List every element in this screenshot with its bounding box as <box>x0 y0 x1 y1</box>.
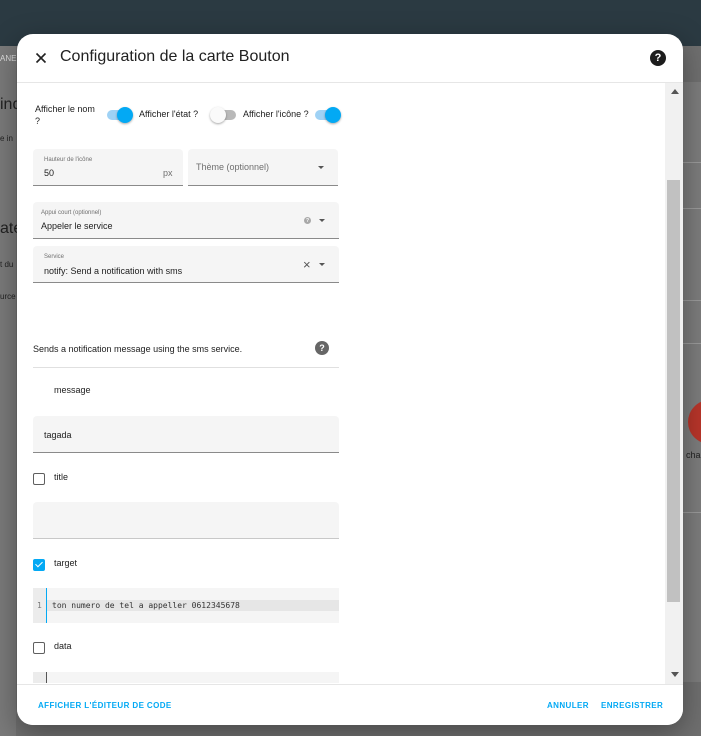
toggle-knob <box>325 107 341 123</box>
target-code-editor[interactable]: 1 ton numero de tel a appeller 061234567… <box>33 588 339 623</box>
icon-height-value: 50 <box>44 168 55 178</box>
show-state-toggle[interactable] <box>210 107 236 123</box>
target-param-label: target <box>54 558 78 568</box>
show-state-label: Afficher l'état ? <box>139 109 199 119</box>
button-card-config-dialog: Configuration de la carte Bouton ? Affic… <box>17 34 683 725</box>
title-input[interactable] <box>33 502 339 539</box>
dialog-header: Configuration de la carte Bouton ? <box>17 34 683 83</box>
tap-action-select[interactable]: Appui court (optionnel) Appeler le servi… <box>33 202 339 239</box>
icon-height-field[interactable]: Hauteur de l'icône 50 px <box>33 149 183 186</box>
background-text: e in <box>0 134 13 143</box>
scrollbar-thumb[interactable] <box>667 180 680 602</box>
service-value: notify: Send a notification with sms <box>44 266 183 276</box>
cancel-button[interactable]: ANNULER <box>547 701 589 710</box>
target-checkbox[interactable] <box>33 559 45 571</box>
show-name-toggle[interactable] <box>107 107 133 123</box>
background-divider <box>683 512 701 513</box>
line-number: 1 <box>37 601 42 610</box>
divider <box>33 367 339 368</box>
icon-height-unit: px <box>163 168 173 178</box>
background-left-panel <box>0 46 16 736</box>
message-value: tagada <box>44 430 72 440</box>
theme-placeholder: Thème (optionnel) <box>196 162 270 172</box>
clear-icon[interactable]: × <box>303 258 311 271</box>
dialog-title: Configuration de la carte Bouton <box>60 48 290 65</box>
help-icon[interactable]: ? <box>304 217 311 224</box>
dialog-body: Afficher le nom ? Afficher l'état ? Affi… <box>17 83 665 683</box>
dialog-footer: AFFICHER L'ÉDITEUR DE CODE ANNULER ENREG… <box>17 684 683 725</box>
data-checkbox[interactable] <box>33 642 45 654</box>
scroll-up-arrow-icon[interactable] <box>671 89 679 94</box>
save-button[interactable]: ENREGISTRER <box>601 701 663 710</box>
background-text: t du <box>0 260 14 269</box>
close-icon <box>35 52 47 64</box>
show-icon-toggle[interactable] <box>315 107 341 123</box>
toggle-knob <box>210 107 226 123</box>
background-right-panel <box>683 82 701 682</box>
show-code-editor-button[interactable]: AFFICHER L'ÉDITEUR DE CODE <box>38 701 172 710</box>
close-button[interactable] <box>29 46 53 70</box>
service-description: Sends a notification message using the s… <box>33 344 243 354</box>
title-param-label: title <box>54 472 69 482</box>
chevron-down-icon <box>319 263 325 266</box>
background-divider <box>683 162 701 163</box>
scroll-down-arrow-icon[interactable] <box>671 672 679 677</box>
service-label: Service <box>44 254 65 260</box>
message-param-label: message <box>54 385 91 395</box>
code-gutter <box>33 672 47 683</box>
background-topbar-text: ANE <box>0 54 17 63</box>
data-param-label: data <box>54 641 72 651</box>
background-text: cha <box>686 450 701 460</box>
show-icon-label: Afficher l'icône ? <box>243 109 309 119</box>
tap-action-value: Appeler le service <box>41 221 113 231</box>
background-text: urce <box>0 292 16 301</box>
target-code-text: ton numero de tel a appeller 0612345678 <box>52 601 240 610</box>
help-icon[interactable]: ? <box>650 50 666 66</box>
toggle-knob <box>117 107 133 123</box>
service-select[interactable]: Service notify: Send a notification with… <box>33 246 339 283</box>
data-code-editor[interactable]: 1 <box>33 672 339 683</box>
background-divider <box>683 300 701 301</box>
chevron-down-icon <box>318 166 324 169</box>
theme-select[interactable]: Thème (optionnel) <box>188 149 338 186</box>
service-help-icon[interactable]: ? <box>315 341 329 355</box>
icon-height-label: Hauteur de l'icône <box>44 157 93 163</box>
background-divider <box>683 343 701 344</box>
title-checkbox[interactable] <box>33 473 45 485</box>
chevron-down-icon <box>319 219 325 222</box>
message-input[interactable]: tagada <box>33 416 339 453</box>
tap-action-label: Appui court (optionnel) <box>41 210 102 216</box>
background-divider <box>683 208 701 209</box>
show-name-label: Afficher le nom ? <box>35 104 95 126</box>
